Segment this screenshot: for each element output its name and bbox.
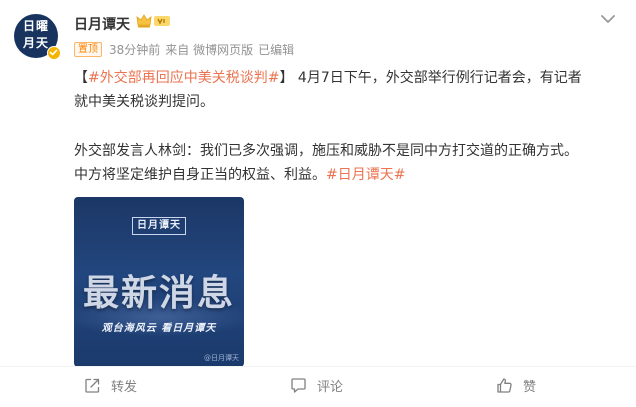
image-subtitle: 观台海风云 看日月谭天 xyxy=(101,323,217,334)
weibo-post-card: 日曜月天 日月谭天 置顶 38分钟前 来自 微博网页版 已编辑 【#外交部再回应… xyxy=(0,0,636,407)
post-line: 【#外交部再回应中美关税谈判#】 4月7日下午，外交部举行例行记者会，有记者 xyxy=(74,66,620,90)
edited-label[interactable]: 已编辑 xyxy=(258,41,294,58)
post-image[interactable]: 日月谭天 最新消息 观台海风云 看日月谭天 @日月谭天 xyxy=(74,197,244,367)
post-line-2: 就中美关税谈判提问。 xyxy=(74,94,214,110)
post-line-4: 中方将坚定维护自身正当的权益、利益。 xyxy=(74,167,326,183)
post-line-3: 外交部发言人林剑：我们已多次强调，施压和威胁不是同中方打交道的正确方式。 xyxy=(74,143,578,159)
comment-label: 评论 xyxy=(317,379,344,395)
like-label: 赞 xyxy=(523,379,537,395)
comment-icon xyxy=(291,377,306,393)
post-text: 【#外交部再回应中美关税谈判#】 4月7日下午，外交部举行例行记者会，有记者 就… xyxy=(74,66,620,187)
post-meta: 置顶 38分钟前 来自 微博网页版 已编辑 xyxy=(74,41,299,57)
username[interactable]: 日月谭天 xyxy=(74,14,130,34)
topic-link-trade-talks[interactable]: #外交部再回应中美关税谈判# xyxy=(88,70,279,86)
post-time[interactable]: 38分钟前 xyxy=(109,41,160,58)
chevron-down-icon[interactable] xyxy=(599,10,617,23)
pinned-badge: 置顶 xyxy=(74,41,102,57)
image-headline: 最新消息 xyxy=(82,273,235,314)
comment-button[interactable]: 评论 xyxy=(290,374,343,396)
post-line-1: 4月7日下午，外交部举行例行记者会，有记者 xyxy=(297,70,582,86)
post-source: 来自 微博网页版 xyxy=(165,42,254,57)
topic-link-riyue-tantian[interactable]: #日月谭天# xyxy=(326,167,405,183)
image-watermark: @日月谭天 xyxy=(204,354,239,362)
post-line: 中方将坚定维护自身正当的权益、利益。#日月谭天# xyxy=(74,163,620,187)
vip-crown-icon[interactable] xyxy=(136,13,172,29)
divider xyxy=(0,366,636,367)
share-label: 转发 xyxy=(111,379,138,395)
like-button[interactable]: 赞 xyxy=(496,374,536,396)
bracket-open: 【 xyxy=(74,70,88,86)
image-logo: 日月谭天 xyxy=(132,217,186,235)
verified-icon xyxy=(47,46,61,60)
share-icon xyxy=(85,378,100,393)
bracket-close: 】 xyxy=(279,70,294,86)
thumbs-up-icon xyxy=(497,377,512,393)
share-button[interactable]: 转发 xyxy=(84,374,137,396)
